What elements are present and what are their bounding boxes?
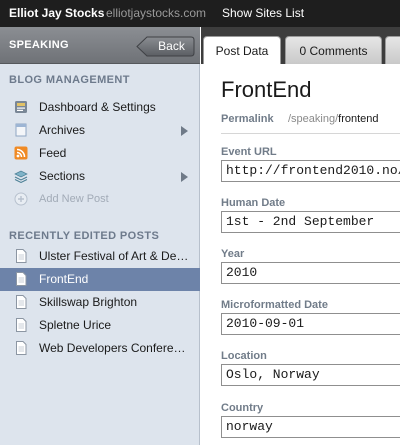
chevron-right-icon [181, 126, 188, 136]
permalink-base: /speaking/ [288, 113, 339, 125]
tab-label: 0 Comments [299, 44, 368, 58]
post-title: FrontEnd [221, 77, 312, 102]
tab-strip: Post Data 0 Comments [201, 27, 400, 65]
sidebar-item-label: Sections [39, 169, 86, 183]
recently-edited-title: RECENTLY EDITED POSTS [9, 230, 160, 242]
event-url-label: Event URL [221, 146, 277, 158]
site-url[interactable]: elliotjaystocks.com [106, 6, 206, 20]
top-bar: Elliot Jay Stocks elliotjaystocks.com Sh… [0, 0, 400, 27]
sidebar: SPEAKING Back BLOG MANAGEMENT Dashboard … [0, 27, 200, 445]
recent-post-item-selected[interactable]: FrontEnd [0, 268, 200, 291]
sidebar-header-title: SPEAKING [9, 39, 69, 51]
recent-post-item[interactable]: Web Developers Conference [0, 337, 200, 360]
sidebar-item-dashboard[interactable]: Dashboard & Settings [0, 96, 200, 119]
sidebar-item-feed[interactable]: Feed [0, 142, 200, 165]
recent-post-item[interactable]: Spletne Urice [0, 314, 200, 337]
chevron-right-icon [181, 172, 188, 182]
document-icon [16, 272, 27, 286]
blog-management-title: BLOG MANAGEMENT [9, 74, 130, 86]
sidebar-item-sections[interactable]: Sections [0, 165, 200, 188]
tab-next[interactable] [385, 36, 400, 64]
show-sites-link[interactable]: Show Sites List [222, 6, 304, 20]
sidebar-item-label: Feed [39, 146, 67, 160]
add-post-icon [14, 192, 28, 206]
sidebar-item-archives[interactable]: Archives [0, 119, 200, 142]
sidebar-item-label: Archives [39, 123, 86, 137]
recent-post-label: Skillswap Brighton [39, 295, 138, 309]
recent-post-item[interactable]: Ulster Festival of Art & Design [0, 245, 200, 268]
recent-post-label: Web Developers Conference [39, 341, 191, 355]
sidebar-item-add-new-post[interactable]: Add New Post [0, 188, 200, 211]
sidebar-item-label: Add New Post [39, 193, 109, 205]
human-date-field[interactable]: 1st - 2nd September [221, 211, 400, 233]
microformatted-date-label: Microformatted Date [221, 299, 328, 311]
tab-label: Post Data [215, 44, 269, 58]
rss-feed-icon [14, 146, 28, 160]
back-button-label: Back [158, 39, 185, 53]
tab-comments[interactable]: 0 Comments [285, 36, 382, 64]
recent-post-label: Spletne Urice [39, 318, 112, 332]
microformatted-date-field[interactable]: 2010-09-01 [221, 313, 400, 335]
permalink-slug: frontend [338, 113, 379, 125]
year-label: Year [221, 248, 245, 260]
recent-post-item[interactable]: Skillswap Brighton [0, 291, 200, 314]
divider [221, 133, 400, 134]
post-editor: FrontEnd Permalink /speaking/frontend Ev… [201, 64, 400, 445]
document-icon [16, 249, 27, 263]
country-field[interactable]: norway [221, 416, 400, 438]
human-date-label: Human Date [221, 197, 286, 209]
dashboard-icon [15, 101, 27, 113]
document-icon [16, 318, 27, 332]
permalink-path[interactable]: /speaking/frontend [288, 113, 379, 125]
event-url-field[interactable]: http://frontend2010.no/ [221, 160, 400, 182]
recent-post-label: Ulster Festival of Art & Design [39, 249, 191, 263]
year-field[interactable]: 2010 [221, 262, 400, 284]
location-label: Location [221, 350, 267, 362]
document-icon [16, 341, 27, 355]
country-label: Country [221, 402, 264, 414]
recent-post-label: FrontEnd [39, 272, 89, 286]
site-name[interactable]: Elliot Jay Stocks [9, 6, 104, 20]
sidebar-item-label: Dashboard & Settings [39, 100, 156, 114]
tab-post-data[interactable]: Post Data [203, 36, 281, 65]
back-button[interactable]: Back [136, 36, 195, 57]
sections-icon [14, 170, 28, 183]
location-field[interactable]: Oslo, Norway [221, 364, 400, 386]
archives-icon [15, 123, 27, 137]
sidebar-header: SPEAKING Back [0, 27, 200, 64]
permalink-label: Permalink [221, 113, 274, 125]
document-icon [16, 295, 27, 309]
